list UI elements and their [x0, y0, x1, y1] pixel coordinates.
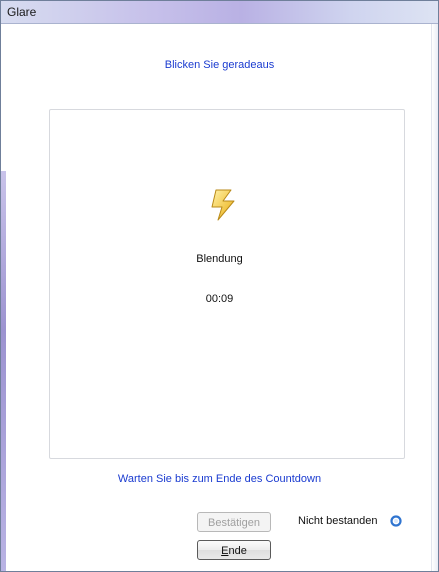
test-name: Blendung	[196, 253, 243, 265]
instruction-text: Blicken Sie geradeaus	[164, 59, 275, 71]
status-label: Nicht bestanden	[298, 515, 378, 527]
countdown-timer: 00:09	[205, 293, 234, 305]
title-bar[interactable]: Glare	[1, 1, 438, 24]
window-title: Glare	[7, 5, 37, 19]
test-panel	[49, 109, 405, 459]
status-ring-icon	[390, 515, 402, 527]
lightning-bolt-icon	[211, 189, 235, 221]
end-button[interactable]: Ende	[197, 540, 271, 560]
window-left-border	[1, 171, 6, 571]
countdown-message: Warten Sie bis zum Ende des Countdown	[117, 473, 322, 485]
glare-window: Glare Blicken Sie geradeaus Blendung 00:…	[0, 0, 439, 572]
confirm-button[interactable]: Bestätigen	[197, 512, 271, 532]
